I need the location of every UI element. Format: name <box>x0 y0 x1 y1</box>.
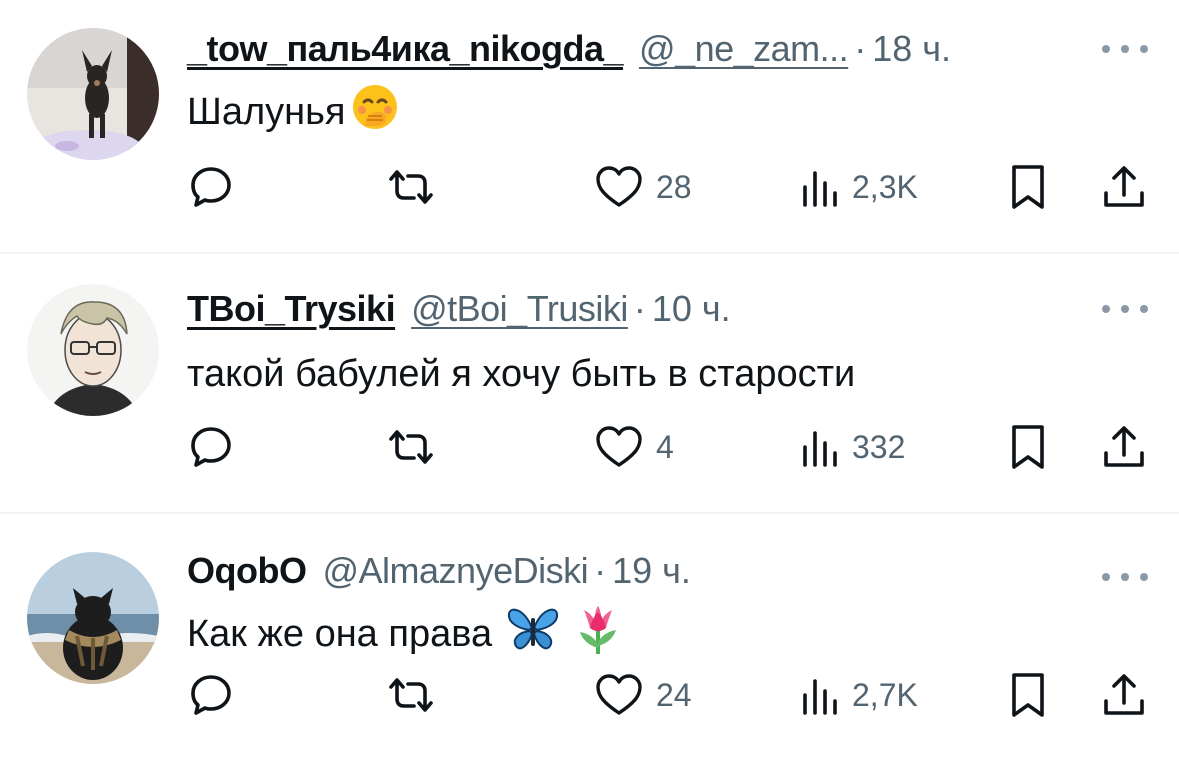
tweet-actions: 24 2,7K <box>0 670 1179 720</box>
tweet-text: Как же она права <box>187 606 622 660</box>
more-options-icon[interactable] <box>1102 42 1148 56</box>
reply-feed: _tow_паль4ика_nikogda_ @_ne_zam... · 18 … <box>0 0 1179 762</box>
timestamp[interactable]: 10 ч. <box>652 288 731 330</box>
tweet-header: OqobO @AlmaznyeDiski · 19 ч. <box>187 550 691 602</box>
tweet-header: _tow_паль4ика_nikogda_ @_ne_zam... · 18 … <box>187 28 951 80</box>
views-icon <box>800 165 840 209</box>
like-button[interactable]: 4 <box>594 422 674 472</box>
tweet-text: такой бабулей я хочу быть в старости <box>187 348 855 400</box>
views-button[interactable]: 332 <box>800 422 905 472</box>
separator: · <box>854 28 867 69</box>
timestamp[interactable]: 18 ч. <box>872 28 951 70</box>
avatar[interactable] <box>27 552 159 684</box>
views-icon <box>800 425 840 469</box>
tweet[interactable]: OqobO @AlmaznyeDiski · 19 ч. Как же она … <box>0 514 1179 762</box>
tweet-text-content: Шалунья <box>187 90 346 133</box>
reply-button[interactable] <box>187 422 247 472</box>
reply-icon <box>187 423 235 471</box>
retweet-button[interactable] <box>385 162 449 212</box>
retweet-icon <box>385 163 437 211</box>
display-name[interactable]: OqobO <box>187 550 307 592</box>
bookmark-button[interactable] <box>1008 422 1048 472</box>
tweet[interactable]: TBoi_Trysiki @tBoi_Trusiki · 10 ч. такой… <box>0 254 1179 513</box>
tweet-header: TBoi_Trysiki @tBoi_Trusiki · 10 ч. <box>187 288 731 340</box>
anime-man-glasses-avatar-image <box>27 284 159 416</box>
bookmark-button[interactable] <box>1008 162 1048 212</box>
views-count: 2,3K <box>852 168 918 205</box>
like-button[interactable]: 28 <box>594 162 692 212</box>
butterfly-emoji <box>506 604 560 664</box>
reply-icon <box>187 671 235 719</box>
retweet-button[interactable] <box>385 422 449 472</box>
views-button[interactable]: 2,7K <box>800 670 918 720</box>
heart-icon <box>594 164 644 210</box>
more-options-icon[interactable] <box>1102 302 1148 316</box>
display-name[interactable]: _tow_паль4ика_nikogda_ <box>187 28 624 70</box>
display-name[interactable]: TBoi_Trysiki <box>187 288 396 330</box>
views-count: 2,7K <box>852 676 918 713</box>
cat-at-sea-avatar-image <box>27 552 159 684</box>
user-handle[interactable]: @AlmaznyeDiski <box>322 550 588 592</box>
tweet-actions: 4 332 <box>0 422 1179 472</box>
tweet-actions: 28 2,3K <box>0 162 1179 212</box>
share-icon <box>1100 163 1148 211</box>
more-options-icon[interactable] <box>1102 570 1148 584</box>
user-handle[interactable]: @_ne_zam... <box>639 28 849 70</box>
bookmark-icon <box>1008 423 1048 471</box>
reply-button[interactable] <box>187 670 247 720</box>
separator: · <box>633 288 646 329</box>
retweet-button[interactable] <box>385 670 449 720</box>
like-count: 28 <box>656 168 692 205</box>
like-count: 24 <box>656 676 692 713</box>
retweet-icon <box>385 671 437 719</box>
views-count: 332 <box>852 428 906 465</box>
like-button[interactable]: 24 <box>594 670 692 720</box>
share-button[interactable] <box>1100 422 1148 472</box>
tweet[interactable]: _tow_паль4ика_nikogda_ @_ne_zam... · 18 … <box>0 0 1179 253</box>
retweet-icon <box>385 423 437 471</box>
share-icon <box>1100 423 1148 471</box>
tulip-emoji <box>574 602 622 666</box>
user-handle[interactable]: @tBoi_Trusiki <box>411 288 628 330</box>
timestamp[interactable]: 19 ч. <box>612 550 691 592</box>
reply-button[interactable] <box>187 162 247 212</box>
avatar[interactable] <box>27 284 159 416</box>
share-button[interactable] <box>1100 670 1148 720</box>
avatar[interactable] <box>27 28 159 160</box>
bookmark-icon <box>1008 163 1048 211</box>
face-with-hand-over-mouth-emoji <box>350 82 400 142</box>
tweet-text-content: такой бабулей я хочу быть в старости <box>187 352 856 395</box>
dog-avatar-image <box>27 28 159 160</box>
reply-icon <box>187 163 235 211</box>
views-icon <box>800 673 840 717</box>
share-button[interactable] <box>1100 162 1148 212</box>
like-count: 4 <box>656 428 674 465</box>
tweet-text: Шалунья <box>187 85 400 138</box>
heart-icon <box>594 672 644 718</box>
separator: · <box>594 550 607 591</box>
tweet-text-content: Как же она права <box>187 612 493 655</box>
bookmark-button[interactable] <box>1008 670 1048 720</box>
heart-icon <box>594 424 644 470</box>
share-icon <box>1100 671 1148 719</box>
bookmark-icon <box>1008 671 1048 719</box>
views-button[interactable]: 2,3K <box>800 162 918 212</box>
